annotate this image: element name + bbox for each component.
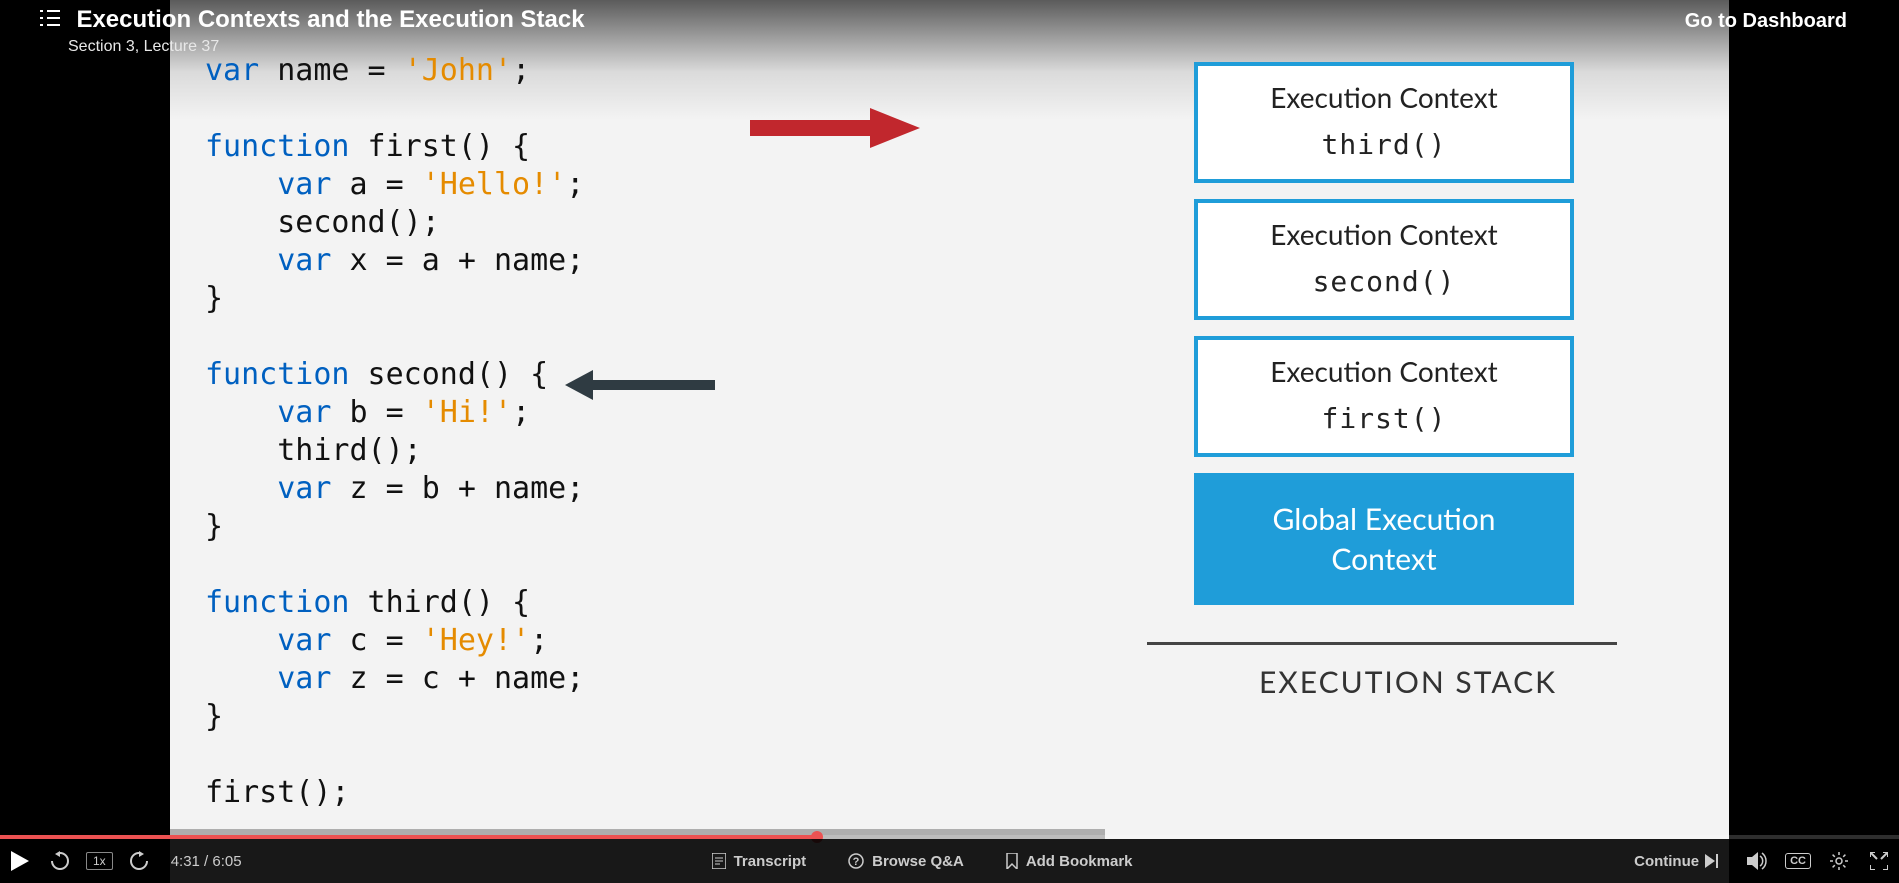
fullscreen-button[interactable] bbox=[1859, 839, 1899, 883]
execution-context-second: Execution Context second() bbox=[1194, 199, 1574, 320]
code-text: } bbox=[205, 281, 223, 316]
play-button[interactable] bbox=[0, 839, 40, 883]
code-text: x = a + name; bbox=[331, 243, 584, 278]
ctx-global-line1: Global Execution bbox=[1202, 499, 1566, 539]
execution-context-third: Execution Context third() bbox=[1194, 62, 1574, 183]
code-text: first() { bbox=[350, 129, 531, 164]
video-header: Execution Contexts and the Execution Sta… bbox=[0, 0, 1899, 70]
playback-speed[interactable]: 1x bbox=[86, 852, 113, 870]
lecture-subtitle: Section 3, Lecture 37 bbox=[68, 38, 219, 56]
go-to-dashboard-link[interactable]: Go to Dashboard bbox=[1685, 10, 1847, 33]
execution-stack: Execution Context third() Execution Cont… bbox=[1194, 62, 1574, 621]
code-str: 'Hi!' bbox=[422, 395, 512, 430]
captions-button[interactable]: CC bbox=[1785, 853, 1811, 869]
expand-icon bbox=[1870, 852, 1888, 870]
slide-area: var name = 'John'; function first() { va… bbox=[170, 0, 1729, 883]
transcript-label: Transcript bbox=[734, 853, 807, 870]
code-text: third(); bbox=[205, 433, 422, 468]
code-kw: var bbox=[277, 661, 331, 696]
gear-icon bbox=[1830, 852, 1848, 870]
ctx-fn: third() bbox=[1202, 128, 1566, 161]
continue-button[interactable]: Continue bbox=[1634, 853, 1719, 870]
code-kw: var bbox=[277, 623, 331, 658]
bookmark-icon bbox=[1006, 853, 1018, 869]
code-block: var name = 'John'; function first() { va… bbox=[205, 52, 584, 812]
code-text: } bbox=[205, 509, 223, 544]
control-bar: 1x 4:31 / 6:05 Transcript ? Browse Q&A A… bbox=[0, 839, 1899, 883]
ctx-global-line2: Context bbox=[1202, 539, 1566, 579]
lecture-title: Execution Contexts and the Execution Sta… bbox=[76, 6, 584, 34]
browse-qa-button[interactable]: ? Browse Q&A bbox=[848, 853, 964, 870]
code-kw: function bbox=[205, 585, 350, 620]
forward-button[interactable] bbox=[119, 839, 159, 883]
arrow-red-icon bbox=[750, 108, 920, 148]
help-icon: ? bbox=[848, 853, 864, 869]
qa-label: Browse Q&A bbox=[872, 853, 964, 870]
code-text: b = bbox=[331, 395, 421, 430]
pillar-right bbox=[1729, 0, 1899, 883]
code-text: first(); bbox=[205, 775, 350, 810]
code-kw: var bbox=[277, 395, 331, 430]
arrow-dark-icon bbox=[565, 370, 715, 400]
video-player-stage: var name = 'John'; function first() { va… bbox=[0, 0, 1899, 883]
ctx-title: Execution Context bbox=[1202, 80, 1566, 114]
code-text: c = bbox=[331, 623, 421, 658]
settings-button[interactable] bbox=[1819, 839, 1859, 883]
code-text: a = bbox=[331, 167, 421, 202]
code-text: ; bbox=[512, 395, 530, 430]
pillar-left bbox=[0, 0, 170, 883]
rewind-button[interactable] bbox=[40, 839, 80, 883]
code-text: second() { bbox=[350, 357, 549, 392]
code-kw: function bbox=[205, 129, 350, 164]
code-text: ; bbox=[566, 167, 584, 202]
transcript-button[interactable]: Transcript bbox=[712, 853, 807, 870]
code-kw: var bbox=[277, 167, 331, 202]
code-kw: function bbox=[205, 357, 350, 392]
code-text: third() { bbox=[350, 585, 531, 620]
course-content-icon[interactable] bbox=[40, 9, 60, 32]
stack-label: EXECUTION STACK bbox=[1259, 664, 1557, 700]
ctx-title: Execution Context bbox=[1202, 217, 1566, 251]
next-icon bbox=[1705, 854, 1719, 868]
ctx-fn: second() bbox=[1202, 265, 1566, 298]
code-str: 'Hey!' bbox=[422, 623, 530, 658]
ctx-fn: first() bbox=[1202, 402, 1566, 435]
time-display: 4:31 / 6:05 bbox=[171, 853, 242, 870]
stack-baseline bbox=[1147, 642, 1617, 645]
add-bookmark-button[interactable]: Add Bookmark bbox=[1006, 853, 1133, 870]
bookmark-label: Add Bookmark bbox=[1026, 853, 1133, 870]
svg-text:?: ? bbox=[853, 856, 860, 868]
continue-label: Continue bbox=[1634, 853, 1699, 870]
code-str: 'Hello!' bbox=[422, 167, 567, 202]
volume-button[interactable] bbox=[1737, 839, 1777, 883]
transcript-icon bbox=[712, 853, 726, 869]
global-execution-context: Global Execution Context bbox=[1194, 473, 1574, 605]
code-text: z = c + name; bbox=[331, 661, 584, 696]
code-kw: var bbox=[277, 471, 331, 506]
execution-context-first: Execution Context first() bbox=[1194, 336, 1574, 457]
code-text: } bbox=[205, 699, 223, 734]
code-text: z = b + name; bbox=[331, 471, 584, 506]
code-text: ; bbox=[530, 623, 548, 658]
code-kw: var bbox=[277, 243, 331, 278]
ctx-title: Execution Context bbox=[1202, 354, 1566, 388]
code-text: second(); bbox=[205, 205, 440, 240]
